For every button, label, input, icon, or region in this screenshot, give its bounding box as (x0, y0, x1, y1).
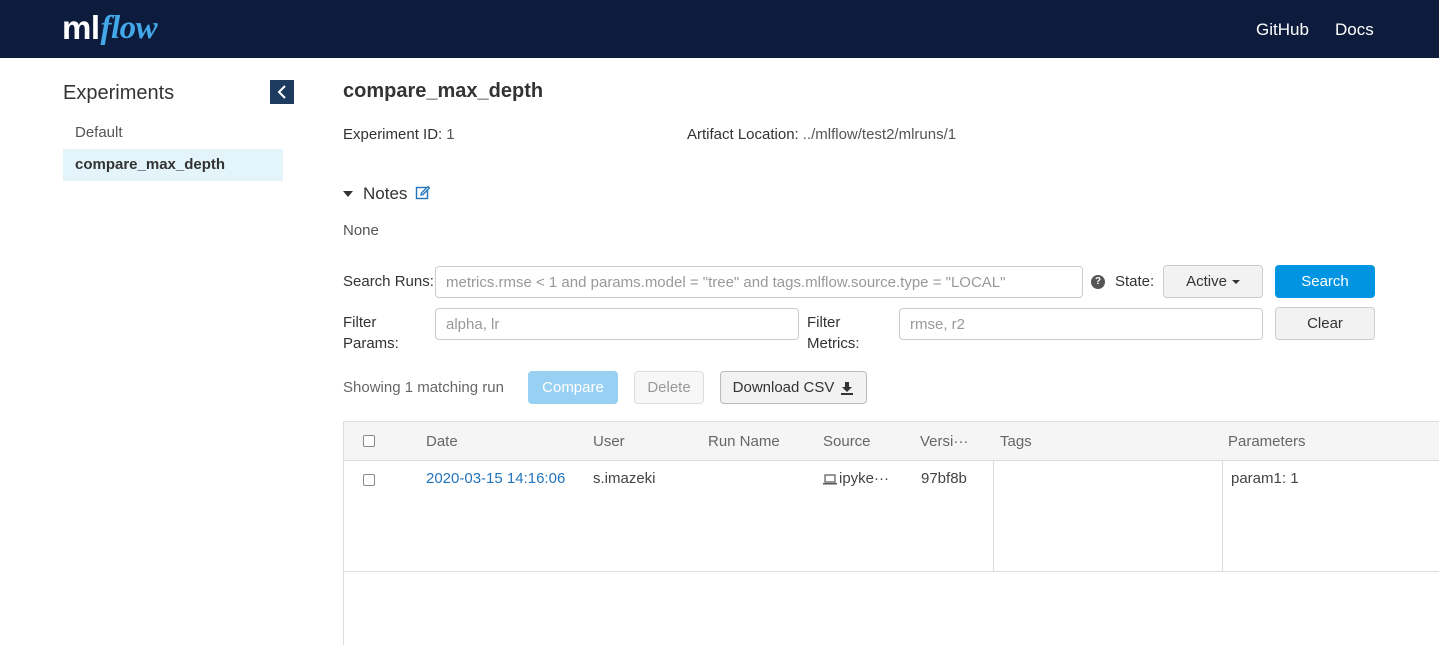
state-label: State: (1115, 273, 1155, 290)
filter-params-input[interactable] (435, 308, 799, 340)
run-date-link[interactable]: 2020-03-15 14:16:06 (426, 470, 565, 487)
column-header-parameters: Parameters (1228, 433, 1306, 450)
caret-down-icon (1231, 279, 1240, 284)
column-header-source[interactable]: Source (823, 433, 871, 450)
run-param: param1: 1 (1231, 470, 1299, 487)
collapse-sidebar-button[interactable] (270, 80, 294, 104)
edit-icon[interactable] (415, 185, 431, 201)
mlflow-logo[interactable]: ml flow (62, 6, 158, 50)
column-divider (993, 461, 994, 572)
run-user: s.imazeki (593, 470, 656, 487)
download-csv-button[interactable]: Download CSV (720, 371, 867, 404)
column-header-user[interactable]: User (593, 433, 625, 450)
column-header-date[interactable]: Date (426, 433, 458, 450)
laptop-icon (823, 473, 837, 485)
matching-runs-count: Showing 1 matching run (343, 379, 504, 396)
filter-params-label: Filter Params: (343, 314, 399, 352)
column-divider (1222, 461, 1223, 572)
sidebar-title: Experiments (63, 82, 175, 104)
table-header: Date User Run Name Source Versi··· Tags … (344, 421, 1439, 461)
artifact-location: Artifact Location: ../mlflow/test2/mlruns… (687, 126, 957, 143)
run-version: 97bf8b (921, 470, 967, 487)
delete-button[interactable]: Delete (634, 371, 704, 404)
column-header-tags: Tags (1000, 433, 1032, 450)
clear-button[interactable]: Clear (1275, 307, 1375, 340)
run-source[interactable]: ipyke··· (823, 470, 889, 487)
runs-table: Date User Run Name Source Versi··· Tags … (343, 421, 1439, 645)
notes-toggle[interactable]: Notes (343, 184, 407, 204)
download-icon (841, 381, 854, 395)
compare-button[interactable]: Compare (528, 371, 618, 404)
row-checkbox[interactable] (363, 474, 375, 486)
search-runs-input[interactable] (435, 266, 1083, 298)
filter-metrics-input[interactable] (899, 308, 1263, 340)
sidebar-item-default[interactable]: Default (63, 117, 283, 149)
column-header-version[interactable]: Versi··· (920, 433, 968, 450)
search-runs-label: Search Runs: (343, 273, 434, 290)
experiment-id: Experiment ID: 1 (343, 126, 455, 143)
chevron-left-icon (277, 85, 286, 99)
top-navbar: ml flow GitHub Docs (0, 0, 1439, 58)
help-icon[interactable]: ? (1091, 275, 1105, 289)
select-all-checkbox[interactable] (363, 435, 375, 447)
docs-link[interactable]: Docs (1335, 20, 1374, 40)
state-dropdown[interactable]: Active (1163, 265, 1263, 298)
notes-content: None (343, 222, 379, 239)
filter-metrics-label: Filter Metrics: (807, 314, 860, 352)
page-title: compare_max_depth (343, 80, 544, 102)
caret-down-icon (343, 191, 353, 197)
github-link[interactable]: GitHub (1256, 20, 1309, 40)
column-header-run-name[interactable]: Run Name (708, 433, 780, 450)
table-row: 2020-03-15 14:16:06 s.imazeki ipyke··· 9… (344, 461, 1439, 572)
sidebar-item-compare-max-depth[interactable]: compare_max_depth (63, 149, 283, 181)
search-button[interactable]: Search (1275, 265, 1375, 298)
